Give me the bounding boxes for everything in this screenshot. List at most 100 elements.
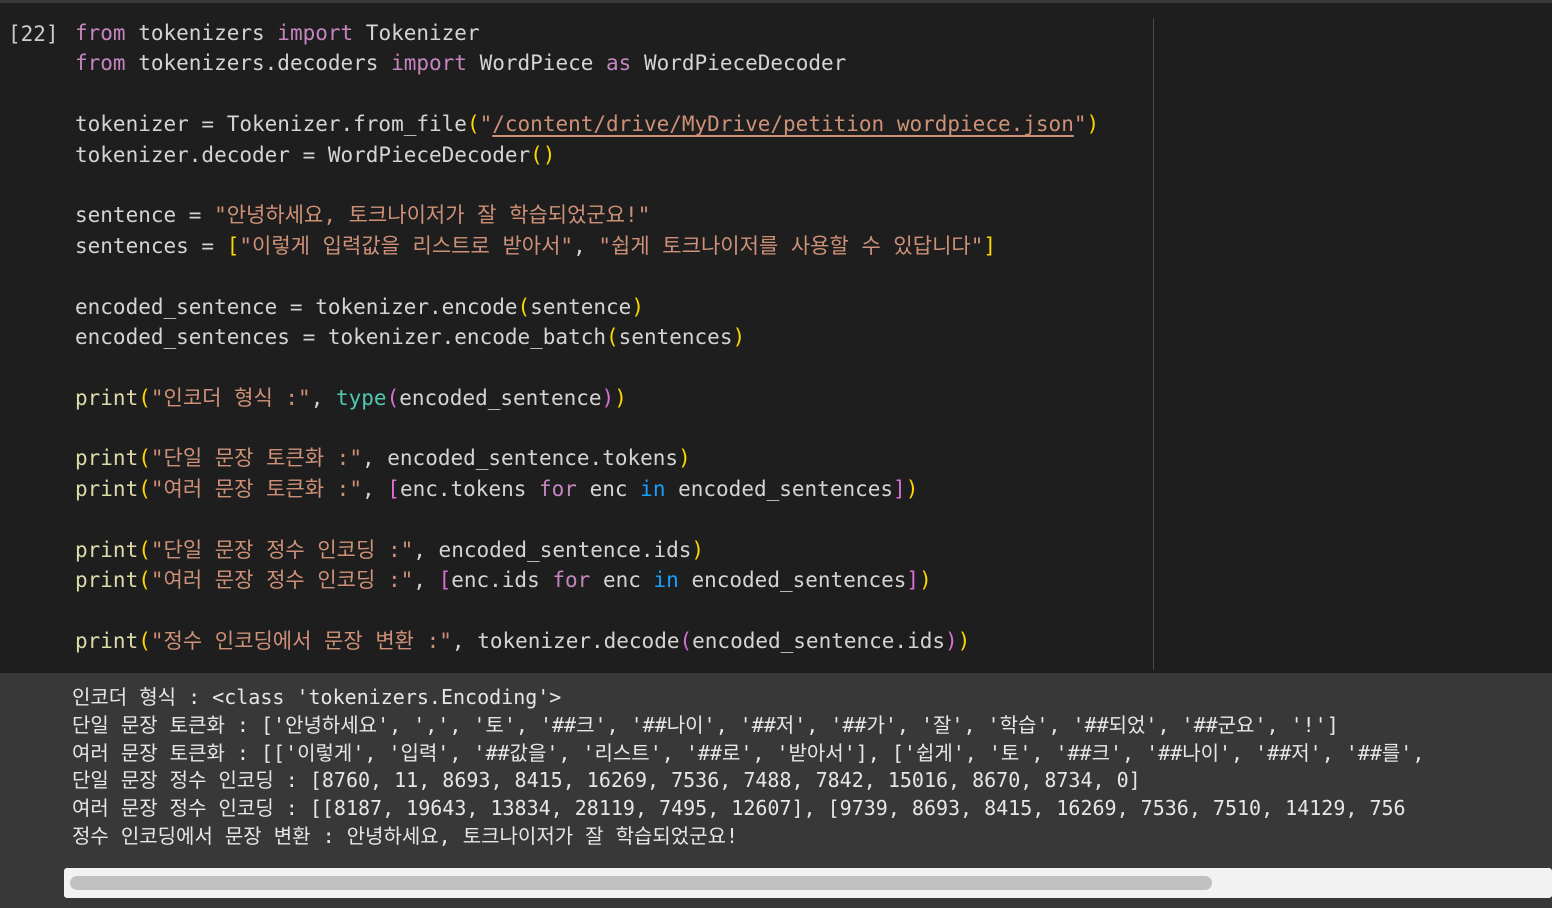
code-line[interactable] — [75, 595, 1545, 625]
output-line: 단일 문장 정수 인코딩 : [8760, 11, 8693, 8415, 16… — [72, 768, 1141, 793]
code-token: enc — [576, 476, 641, 501]
code-token: [ — [438, 568, 452, 593]
code-token: enc — [590, 568, 654, 593]
code-line[interactable]: tokenizer.decoder = WordPieceDecoder() — [75, 140, 1545, 170]
code-token: ( — [138, 568, 151, 593]
code-token: import — [277, 21, 354, 45]
code-token: encoded_sentences = tokenizer.encode_bat… — [75, 324, 607, 349]
scrollbar-thumb[interactable] — [70, 876, 1212, 890]
code-token: sentence — [530, 294, 632, 319]
code-token: tokenizers — [125, 21, 278, 45]
code-line[interactable]: encoded_sentence = tokenizer.encode(sent… — [75, 292, 1545, 322]
code-token: ] — [893, 476, 906, 501]
code-line[interactable]: print("인코더 형식 :", type(encoded_sentence)… — [75, 383, 1545, 413]
code-line[interactable]: encoded_sentences = tokenizer.encode_bat… — [75, 322, 1545, 352]
code-token: sentences = — [75, 233, 227, 258]
code-token: ) — [691, 537, 705, 562]
code-token: ( — [138, 537, 151, 562]
code-line[interactable]: tokenizer = Tokenizer.from_file("/conten… — [75, 109, 1545, 139]
code-token: ( — [386, 385, 400, 410]
code-token: ( — [606, 324, 619, 349]
output-line: 여러 문장 토큰화 : [['이렇게', '입력', '##값을', '리스트'… — [72, 740, 1425, 765]
code-line[interactable]: print("여러 문장 토큰화 :", [enc.tokens for enc… — [75, 474, 1545, 504]
code-token: , encoded_sentence.ids — [413, 537, 692, 562]
code-token: , — [413, 568, 439, 593]
code-token: tokenizers.decoders — [125, 51, 392, 76]
code-token: ( — [138, 446, 151, 471]
code-token: print — [75, 476, 139, 501]
output-horizontal-scrollbar[interactable] — [64, 868, 1552, 898]
code-token: "정수 인코딩에서 문장 변환 :" — [150, 628, 452, 653]
code-token: ) — [945, 628, 958, 653]
code-token: /content/drive/MyDrive/petition_wordpiec… — [492, 112, 1074, 137]
code-line[interactable] — [75, 504, 1545, 534]
code-line[interactable]: print("단일 문장 토큰화 :", encoded_sentence.to… — [75, 443, 1545, 473]
code-token: ) — [905, 476, 919, 501]
code-token: ) — [1086, 112, 1100, 137]
output-line: 인코더 형식 : <class 'tokenizers.Encoding'> — [72, 685, 562, 709]
code-token: ( — [138, 476, 151, 501]
cell-top-border — [0, 0, 1552, 3]
code-token: print — [75, 537, 139, 562]
code-token: ( — [138, 385, 151, 410]
code-token: type — [336, 385, 387, 410]
code-line[interactable]: print("여러 문장 정수 인코딩 :", [enc.ids for enc… — [75, 565, 1545, 595]
code-line[interactable] — [75, 352, 1545, 382]
code-token: print — [75, 385, 139, 410]
code-token: () — [530, 142, 556, 167]
code-editor[interactable]: from tokenizers import Tokenizer from tok… — [75, 18, 1545, 673]
code-token: from — [75, 51, 126, 76]
code-line[interactable]: sentence = "안녕하세요, 토크나이저가 잘 학습되었군요!" — [75, 200, 1545, 230]
code-token: "인코더 형식 :" — [150, 385, 311, 410]
code-line[interactable]: sentences = ["이렇게 입력값을 리스트로 받아서", "쉽게 토크… — [75, 231, 1545, 261]
code-line[interactable]: from tokenizers.decoders import WordPiec… — [75, 48, 1545, 78]
code-token: Tokenizer — [353, 21, 480, 45]
code-token: " — [479, 112, 493, 137]
code-token: encoded_sentences — [678, 568, 907, 593]
code-line[interactable]: from tokenizers import Tokenizer — [75, 18, 1545, 48]
editor-ruler — [1153, 18, 1154, 670]
code-token: ) — [601, 385, 615, 410]
code-token: tokenizer.decoder = WordPieceDecoder — [75, 142, 531, 167]
output-line: 단일 문장 토큰화 : ['안녕하세요', ',', '토', '##크', '… — [72, 712, 1339, 737]
code-token: ] — [983, 233, 997, 258]
code-token: , encoded_sentence.tokens — [361, 446, 679, 471]
code-token: ) — [957, 628, 971, 653]
output-text: 인코더 형식 : <class 'tokenizers.Encoding'> 단일… — [72, 684, 1552, 851]
code-token: in — [653, 568, 679, 593]
code-line[interactable]: print("단일 문장 정수 인코딩 :", encoded_sentence… — [75, 535, 1545, 565]
code-token: as — [606, 51, 632, 76]
code-token: encoded_sentences — [665, 476, 894, 501]
code-token: encoded_sentence = tokenizer.encode — [75, 294, 518, 319]
code-token: ( — [679, 628, 693, 653]
code-token: print — [75, 628, 139, 653]
code-token: "단일 문장 정수 인코딩 :" — [150, 537, 414, 562]
code-token: "이렇게 입력값을 리스트로 받아서" — [239, 233, 574, 258]
code-token: sentence = — [75, 203, 215, 228]
code-token: ( — [466, 112, 480, 137]
code-token: "단일 문장 토큰화 :" — [150, 446, 362, 471]
code-token: print — [75, 446, 139, 471]
notebook-code-cell[interactable]: [22] from tokenizers import Tokenizer fro… — [0, 0, 1552, 908]
code-line[interactable] — [75, 79, 1545, 109]
code-token: [ — [387, 476, 400, 501]
code-line[interactable]: print("정수 인코딩에서 문장 변환 :", tokenizer.deco… — [75, 626, 1545, 656]
code-line[interactable] — [75, 413, 1545, 443]
code-token: , — [573, 233, 599, 258]
code-token: print — [75, 568, 139, 593]
execution-count: [22] — [8, 22, 59, 46]
code-token: ( — [138, 628, 151, 653]
code-token: " — [1073, 112, 1087, 137]
code-token: ] — [906, 568, 920, 593]
code-line[interactable] — [75, 170, 1545, 200]
code-token: "여러 문장 토큰화 :" — [150, 476, 362, 501]
code-token: ( — [517, 294, 531, 319]
code-token: enc.tokens — [399, 476, 540, 501]
code-token: , — [310, 385, 336, 410]
code-token: "쉽게 토크나이저를 사용할 수 있답니다" — [598, 233, 984, 258]
code-token: tokenizer = Tokenizer.from_file — [75, 112, 467, 137]
code-line[interactable] — [75, 261, 1545, 291]
code-token: enc.ids — [451, 568, 553, 593]
code-token: , tokenizer.decode — [451, 628, 680, 653]
output-line: 정수 인코딩에서 문장 변환 : 안녕하세요, 토크나이저가 잘 학습되었군요! — [72, 823, 739, 848]
